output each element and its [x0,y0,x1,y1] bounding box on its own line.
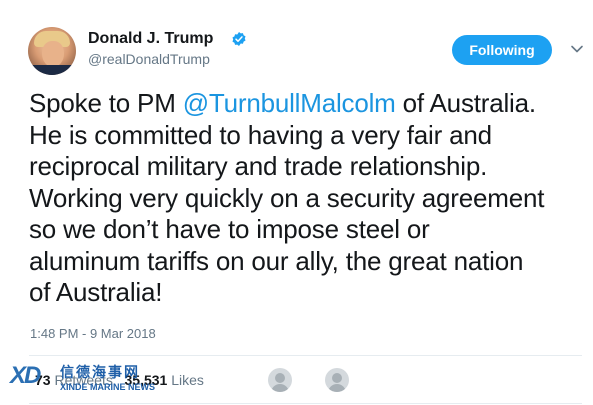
avatar-face [42,41,64,67]
divider [29,403,582,404]
tweet-line: aluminum tariffs on our ally, the great … [29,245,524,276]
tweet-line: reciprocal military and trade relationsh… [29,151,488,181]
retweets-count[interactable]: 73 [35,372,51,388]
tweet-line: so we don’t have to impose steel or [29,214,430,244]
tweet-line: He is committed to having a very fair an… [29,119,492,150]
avatar-suit [28,65,76,75]
liker-body [328,384,346,392]
tweet-card: Donald J. Trump @realDonaldTrump Followi… [0,0,593,405]
tweet-line: of Australia! [29,277,163,307]
likes-label[interactable]: Likes [171,372,204,388]
liker-head [275,373,285,383]
display-name[interactable]: Donald J. Trump [88,30,213,48]
tweet-text: Spoke to PM @TurnbullMalcolm of Australi… [29,88,589,309]
chevron-down-icon[interactable] [570,42,584,56]
avatar[interactable] [28,27,76,75]
tweet-text-segment: Spoke to PM [29,88,183,118]
tweet-stats: 73 Retweets 35,531 Likes [35,372,204,388]
mention-link[interactable]: @TurnbullMalcolm [183,88,396,118]
verified-badge-icon [232,32,246,46]
divider [29,355,582,356]
tweet-line: Working very quickly on a security agree… [29,182,545,213]
timestamp[interactable]: 1:48 PM - 9 Mar 2018 [30,326,156,341]
liker-avatar[interactable] [325,368,349,392]
tweet-line: Spoke to PM @TurnbullMalcolm of Australi… [29,88,589,120]
likes-count[interactable]: 35,531 [125,372,168,388]
following-button[interactable]: Following [452,35,552,65]
retweets-label[interactable]: Retweets [54,372,112,388]
liker-avatar[interactable] [268,368,292,392]
tweet-text-segment: of Australia. [395,88,536,118]
liker-head [332,373,342,383]
liker-body [271,384,289,392]
username[interactable]: @realDonaldTrump [88,51,210,67]
